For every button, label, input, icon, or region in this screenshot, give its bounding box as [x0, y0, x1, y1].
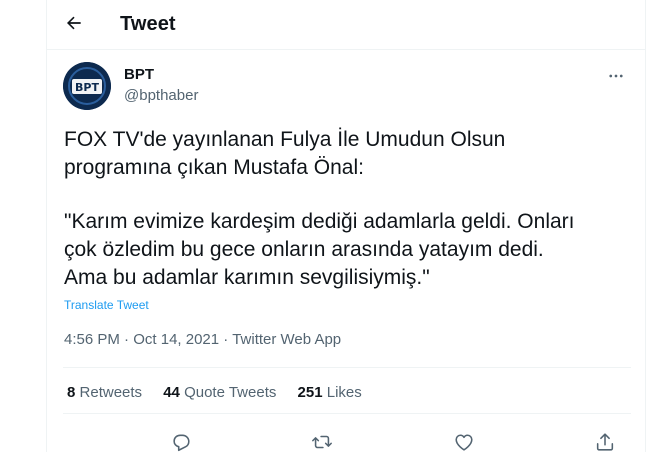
divider — [63, 367, 631, 368]
quote-tweets-stat[interactable]: 44 Quote Tweets — [163, 384, 276, 401]
page-title: Tweet — [120, 13, 176, 35]
like-button[interactable] — [452, 430, 476, 452]
author-name[interactable]: BPT — [124, 66, 154, 83]
like-icon — [455, 434, 473, 451]
tweet-time[interactable]: 4:56 PM — [64, 331, 120, 348]
separator: · — [223, 331, 229, 348]
retweets-label: Retweets — [79, 384, 143, 401]
reply-button[interactable] — [169, 430, 193, 452]
likes-label: Likes — [326, 384, 362, 401]
share-icon — [596, 433, 614, 451]
tweet-metadata: 4:56 PM · Oct 14, 2021 · Twitter Web App — [64, 331, 341, 348]
retweet-icon — [312, 435, 332, 449]
divider — [63, 413, 631, 414]
bpt-logo-icon: BPT — [63, 62, 111, 110]
avatar-text: BPT — [75, 81, 99, 94]
tweet-stats: 8 Retweets 44 Quote Tweets 251 Likes — [67, 384, 379, 401]
share-button[interactable] — [593, 430, 617, 452]
more-options-button[interactable] — [601, 64, 631, 88]
quote-tweets-label: Quote Tweets — [184, 384, 277, 401]
likes-count: 251 — [297, 384, 323, 401]
tweet-paragraph: "Karım evimize kardeşim dediği adamlarla… — [64, 210, 575, 289]
tweet-author: BPT BPT @bpthaber — [63, 62, 631, 112]
tweet-text: FOX TV'de yayınlanan Fulya İle Umudun Ol… — [64, 126, 624, 292]
separator: · — [124, 331, 130, 348]
author-handle[interactable]: @bpthaber — [124, 87, 198, 104]
translate-tweet-link[interactable]: Translate Tweet — [64, 298, 149, 312]
reply-icon — [173, 434, 190, 452]
tweet-source[interactable]: Twitter Web App — [232, 331, 341, 348]
retweets-count: 8 — [67, 384, 76, 401]
arrow-left-icon — [67, 16, 81, 30]
tweet-actions — [63, 424, 631, 452]
tweet-paragraph: FOX TV'de yayınlanan Fulya İle Umudun Ol… — [64, 128, 506, 179]
likes-stat[interactable]: 251 Likes — [298, 384, 362, 401]
quote-tweets-count: 44 — [163, 384, 180, 401]
back-button[interactable] — [59, 8, 89, 38]
retweets-stat[interactable]: 8 Retweets — [67, 384, 142, 401]
tweet-date[interactable]: Oct 14, 2021 — [133, 331, 219, 348]
top-bar: Tweet — [47, 0, 645, 50]
avatar[interactable]: BPT — [63, 62, 111, 110]
more-icon — [609, 74, 623, 78]
tweet-detail-column: Tweet BPT BPT @bpthaber FOX TV'de yayınl… — [46, 0, 646, 452]
retweet-button[interactable] — [310, 430, 334, 452]
